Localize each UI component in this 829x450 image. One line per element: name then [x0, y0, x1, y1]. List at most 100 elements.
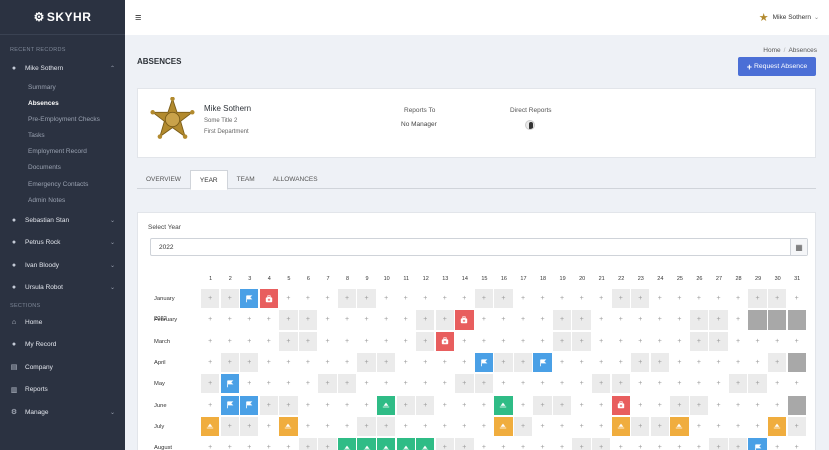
calendar-day-cell[interactable]: + [513, 310, 534, 331]
calendar-day-cell[interactable]: + [767, 395, 788, 416]
calendar-day-cell[interactable]: + [337, 289, 358, 310]
calendar-day-cell[interactable]: + [201, 395, 221, 416]
calendar-day-cell[interactable]: + [376, 310, 397, 331]
calendar-day-cell[interactable]: + [670, 331, 690, 352]
calendar-day-cell[interactable]: + [689, 289, 710, 310]
calendar-day-cell[interactable]: + [631, 438, 651, 450]
calendar-day-cell[interactable]: + [552, 395, 573, 416]
calendar-day-cell[interactable] [396, 438, 416, 450]
calendar-day-cell[interactable]: + [240, 416, 260, 438]
tab-allowances[interactable]: ALLOWANCES [264, 170, 327, 189]
request-absence-button[interactable]: + Request Absence [738, 57, 816, 76]
calendar-day-cell[interactable]: + [592, 395, 612, 416]
calendar-day-cell[interactable]: + [259, 352, 280, 374]
calendar-day-cell[interactable]: + [552, 310, 573, 331]
calendar-day-cell[interactable]: + [318, 438, 338, 450]
calendar-day-cell[interactable]: + [651, 438, 671, 450]
calendar-day-cell[interactable]: + [298, 374, 319, 395]
calendar-day-cell[interactable] [259, 289, 280, 310]
calendar-day-cell[interactable]: + [611, 289, 631, 310]
calendar-day-cell[interactable]: + [318, 395, 338, 416]
calendar-day-cell[interactable]: + [631, 310, 651, 331]
calendar-day-cell[interactable]: + [689, 352, 710, 374]
calendar-day-cell[interactable]: + [455, 352, 475, 374]
calendar-day-cell[interactable]: + [279, 438, 299, 450]
calendar-day-cell[interactable]: + [552, 289, 573, 310]
calendar-day-cell[interactable]: + [376, 352, 397, 374]
calendar-day-cell[interactable] [240, 289, 260, 310]
sidebar-sub-item-pre-employment-checks[interactable]: Pre-Employment Checks [0, 112, 125, 128]
calendar-day-cell[interactable]: + [533, 289, 553, 310]
calendar-day-cell[interactable]: + [768, 438, 788, 450]
calendar-day-cell[interactable]: + [240, 310, 260, 331]
calendar-day-cell[interactable]: + [631, 374, 651, 395]
calendar-day-cell[interactable]: + [748, 331, 768, 352]
sidebar-item-company[interactable]: ▤ Company [0, 356, 125, 379]
calendar-day-cell[interactable]: + [533, 331, 553, 352]
calendar-day-cell[interactable]: + [279, 289, 299, 310]
sidebar-item-reports[interactable]: ▥ Reports [0, 379, 125, 402]
calendar-day-cell[interactable] [611, 395, 631, 416]
app-logo[interactable]: ⚙ SKYHR [0, 0, 125, 35]
calendar-day-cell[interactable]: + [728, 352, 749, 374]
calendar-day-cell[interactable]: + [611, 352, 631, 374]
calendar-day-cell[interactable]: + [533, 438, 553, 450]
calendar-day-cell[interactable]: + [533, 395, 553, 416]
calendar-day-cell[interactable]: + [201, 374, 221, 395]
calendar-day-cell[interactable]: + [514, 438, 534, 450]
calendar-day-cell[interactable] [279, 416, 299, 438]
calendar-day-cell[interactable]: + [650, 416, 671, 438]
calendar-day-cell[interactable]: + [709, 289, 729, 310]
calendar-day-cell[interactable]: + [416, 331, 436, 352]
sidebar-item-user-petrus-rock[interactable]: ● Petrus Rock ⌄ [0, 232, 125, 255]
year-select-input[interactable]: 2022 ▦ [150, 238, 808, 256]
calendar-day-cell[interactable]: + [650, 289, 671, 310]
calendar-day-cell[interactable]: + [513, 289, 534, 310]
calendar-day-cell[interactable]: + [220, 331, 240, 352]
calendar-day-cell[interactable]: + [670, 374, 690, 395]
calendar-day-cell[interactable] [670, 416, 690, 438]
sidebar-item-active-user[interactable]: ● Mike Sothern ⌃ [0, 57, 125, 80]
calendar-day-cell[interactable]: + [631, 395, 651, 416]
calendar-day-cell[interactable]: + [494, 331, 514, 352]
calendar-day-cell[interactable]: + [240, 331, 260, 352]
calendar-day-cell[interactable]: + [455, 331, 475, 352]
calendar-day-cell[interactable]: + [435, 289, 455, 310]
calendar-day-cell[interactable]: + [592, 374, 612, 395]
calendar-day-cell[interactable]: + [612, 438, 631, 450]
menu-icon[interactable]: ≡ [135, 12, 141, 24]
calendar-day-cell[interactable]: + [298, 352, 319, 374]
calendar-day-cell[interactable]: + [592, 289, 612, 310]
calendar-day-cell[interactable]: + [279, 395, 299, 416]
calendar-day-cell[interactable]: + [767, 352, 788, 374]
calendar-day-cell[interactable]: + [728, 395, 749, 416]
calendar-day-cell[interactable]: + [357, 289, 377, 310]
calendar-day-cell[interactable]: + [279, 374, 299, 395]
calendar-day-cell[interactable]: + [357, 395, 377, 416]
calendar-day-cell[interactable]: + [474, 289, 495, 310]
calendar-day-cell[interactable]: + [475, 438, 495, 450]
calendar-day-cell[interactable]: + [279, 310, 299, 331]
calendar-day-cell[interactable]: + [748, 352, 768, 374]
calendar-day-cell[interactable]: + [298, 289, 319, 310]
calendar-day-cell[interactable]: + [611, 374, 631, 395]
calendar-day-cell[interactable]: + [260, 438, 280, 450]
calendar-day-cell[interactable]: + [357, 374, 377, 395]
calendar-day-cell[interactable]: + [670, 438, 690, 450]
calendar-day-cell[interactable]: + [748, 416, 768, 438]
calendar-day-cell[interactable]: + [689, 331, 710, 352]
sidebar-sub-item-employment-record[interactable]: Employment Record [0, 144, 125, 160]
calendar-day-cell[interactable]: + [631, 416, 651, 438]
calendar-day-cell[interactable]: + [455, 289, 475, 310]
calendar-day-cell[interactable]: + [435, 352, 455, 374]
calendar-day-cell[interactable]: + [689, 416, 710, 438]
calendar-day-cell[interactable]: + [396, 374, 416, 395]
calendar-day-cell[interactable]: + [592, 331, 612, 352]
calendar-day-cell[interactable]: + [298, 416, 319, 438]
calendar-day-cell[interactable]: + [416, 352, 436, 374]
calendar-day-cell[interactable]: + [572, 438, 592, 450]
calendar-day-cell[interactable]: + [474, 331, 495, 352]
calendar-day-cell[interactable]: + [416, 310, 436, 331]
calendar-day-cell[interactable]: + [435, 310, 455, 331]
calendar-day-cell[interactable]: + [767, 289, 788, 310]
